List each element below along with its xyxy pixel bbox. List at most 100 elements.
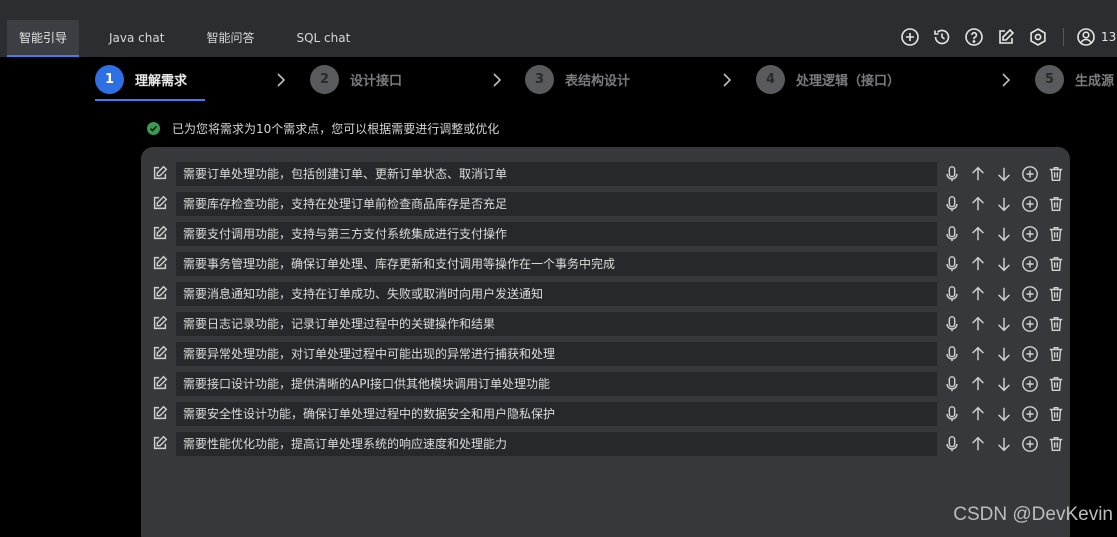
- arrow-up-icon[interactable]: [966, 343, 990, 365]
- tab-sql-chat[interactable]: SQL chat: [284, 20, 362, 57]
- arrow-up-icon[interactable]: [966, 313, 990, 335]
- requirement-input[interactable]: 需要事务管理功能，确保订单处理、库存更新和支付调用等操作在一个事务中完成: [176, 252, 937, 276]
- add-circle-icon[interactable]: [1018, 313, 1042, 335]
- tab-java-chat[interactable]: Java chat: [97, 20, 176, 57]
- history-icon[interactable]: [931, 26, 953, 48]
- requirement-input[interactable]: 需要接口设计功能，提供清晰的API接口供其他模块调用订单处理功能: [176, 372, 937, 396]
- settings-icon[interactable]: [1027, 26, 1049, 48]
- edit-icon[interactable]: [151, 194, 171, 214]
- chevron-right-icon: [999, 71, 1013, 89]
- arrow-down-icon[interactable]: [992, 283, 1016, 305]
- microphone-icon[interactable]: [940, 193, 964, 215]
- edit-icon[interactable]: [151, 224, 171, 244]
- arrow-down-icon[interactable]: [992, 373, 1016, 395]
- watermark: CSDN @DevKevin: [953, 504, 1113, 525]
- arrow-up-icon[interactable]: [966, 223, 990, 245]
- requirement-input[interactable]: 需要库存检查功能，支持在处理订单前检查商品库存是否充足: [176, 192, 937, 216]
- requirement-input[interactable]: 需要日志记录功能，记录订单处理过程中的关键操作和结果: [176, 312, 937, 336]
- edit-icon[interactable]: [151, 404, 171, 424]
- edit-icon[interactable]: [151, 314, 171, 334]
- add-circle-icon[interactable]: [1018, 283, 1042, 305]
- arrow-up-icon[interactable]: [966, 163, 990, 185]
- edit-icon[interactable]: [151, 254, 171, 274]
- step-1[interactable]: 1 理解需求: [95, 64, 187, 94]
- requirement-row: 需要异常处理功能，对订单处理过程中可能出现的异常进行捕获和处理: [151, 341, 1063, 367]
- trash-icon[interactable]: [1044, 223, 1068, 245]
- arrow-down-icon[interactable]: [992, 163, 1016, 185]
- trash-icon[interactable]: [1044, 313, 1068, 335]
- step-3[interactable]: 3 表结构设计: [525, 64, 630, 94]
- arrow-down-icon[interactable]: [992, 403, 1016, 425]
- trash-icon[interactable]: [1044, 433, 1068, 455]
- edit-icon[interactable]: [151, 284, 171, 304]
- add-circle-icon[interactable]: [1018, 373, 1042, 395]
- user-menu[interactable]: 139: [1075, 26, 1117, 48]
- add-circle-icon[interactable]: [1018, 253, 1042, 275]
- microphone-icon[interactable]: [940, 403, 964, 425]
- trash-icon[interactable]: [1044, 343, 1068, 365]
- row-actions: [938, 403, 1068, 425]
- help-icon[interactable]: [963, 26, 985, 48]
- trash-icon[interactable]: [1044, 373, 1068, 395]
- plus-circle-icon[interactable]: [899, 26, 921, 48]
- trash-icon[interactable]: [1044, 253, 1068, 275]
- microphone-icon[interactable]: [940, 373, 964, 395]
- add-circle-icon[interactable]: [1018, 163, 1042, 185]
- add-circle-icon[interactable]: [1018, 223, 1042, 245]
- trash-icon[interactable]: [1044, 193, 1068, 215]
- arrow-up-icon[interactable]: [966, 193, 990, 215]
- requirement-input[interactable]: 需要异常处理功能，对订单处理过程中可能出现的异常进行捕获和处理: [176, 342, 937, 366]
- trash-icon[interactable]: [1044, 283, 1068, 305]
- arrow-down-icon[interactable]: [992, 313, 1016, 335]
- chevron-right-icon: [720, 71, 734, 89]
- microphone-icon[interactable]: [940, 253, 964, 275]
- step-label: 处理逻辑（接口）: [796, 73, 901, 89]
- requirement-row: 需要库存检查功能，支持在处理订单前检查商品库存是否充足: [151, 191, 1063, 217]
- arrow-up-icon[interactable]: [966, 433, 990, 455]
- arrow-down-icon[interactable]: [992, 433, 1016, 455]
- microphone-icon[interactable]: [940, 283, 964, 305]
- arrow-down-icon[interactable]: [992, 223, 1016, 245]
- add-circle-icon[interactable]: [1018, 343, 1042, 365]
- edit-icon[interactable]: [995, 26, 1017, 48]
- requirement-input[interactable]: 需要支付调用功能，支持与第三方支付系统集成进行支付操作: [176, 222, 937, 246]
- microphone-icon[interactable]: [940, 223, 964, 245]
- requirement-row: 需要性能优化功能，提高订单处理系统的响应速度和处理能力: [151, 431, 1063, 457]
- add-circle-icon[interactable]: [1018, 433, 1042, 455]
- microphone-icon[interactable]: [940, 433, 964, 455]
- edit-icon[interactable]: [151, 374, 171, 394]
- arrow-up-icon[interactable]: [966, 373, 990, 395]
- row-actions: [938, 253, 1068, 275]
- step-2[interactable]: 2 设计接口: [310, 64, 402, 94]
- edit-icon[interactable]: [151, 164, 171, 184]
- requirement-row: 需要日志记录功能，记录订单处理过程中的关键操作和结果: [151, 311, 1063, 337]
- microphone-icon[interactable]: [940, 343, 964, 365]
- edit-icon[interactable]: [151, 344, 171, 364]
- add-circle-icon[interactable]: [1018, 403, 1042, 425]
- step-4[interactable]: 4 处理逻辑（接口）: [756, 64, 901, 94]
- arrow-down-icon[interactable]: [992, 193, 1016, 215]
- step-number: 2: [310, 64, 339, 94]
- arrow-down-icon[interactable]: [992, 343, 1016, 365]
- row-actions: [938, 193, 1068, 215]
- trash-icon[interactable]: [1044, 163, 1068, 185]
- arrow-up-icon[interactable]: [966, 253, 990, 275]
- tab-smart-guide[interactable]: 智能引导: [7, 20, 80, 57]
- arrow-up-icon[interactable]: [966, 283, 990, 305]
- add-circle-icon[interactable]: [1018, 193, 1042, 215]
- trash-icon[interactable]: [1044, 403, 1068, 425]
- tab-smart-qa[interactable]: 智能问答: [194, 20, 266, 57]
- edit-icon[interactable]: [151, 434, 171, 454]
- requirement-input[interactable]: 需要订单处理功能，包括创建订单、更新订单状态、取消订单: [176, 162, 937, 186]
- arrow-down-icon[interactable]: [992, 253, 1016, 275]
- step-5[interactable]: 5 生成源: [1035, 64, 1117, 94]
- step-number: 1: [95, 64, 124, 94]
- requirement-input[interactable]: 需要性能优化功能，提高订单处理系统的响应速度和处理能力: [176, 432, 937, 456]
- microphone-icon[interactable]: [940, 163, 964, 185]
- requirement-input[interactable]: 需要消息通知功能，支持在订单成功、失败或取消时向用户发送通知: [176, 282, 937, 306]
- arrow-up-icon[interactable]: [966, 403, 990, 425]
- user-name: 139: [1101, 30, 1117, 44]
- requirement-input[interactable]: 需要安全性设计功能，确保订单处理过程中的数据安全和用户隐私保护: [176, 402, 937, 426]
- microphone-icon[interactable]: [940, 313, 964, 335]
- row-actions: [938, 373, 1068, 395]
